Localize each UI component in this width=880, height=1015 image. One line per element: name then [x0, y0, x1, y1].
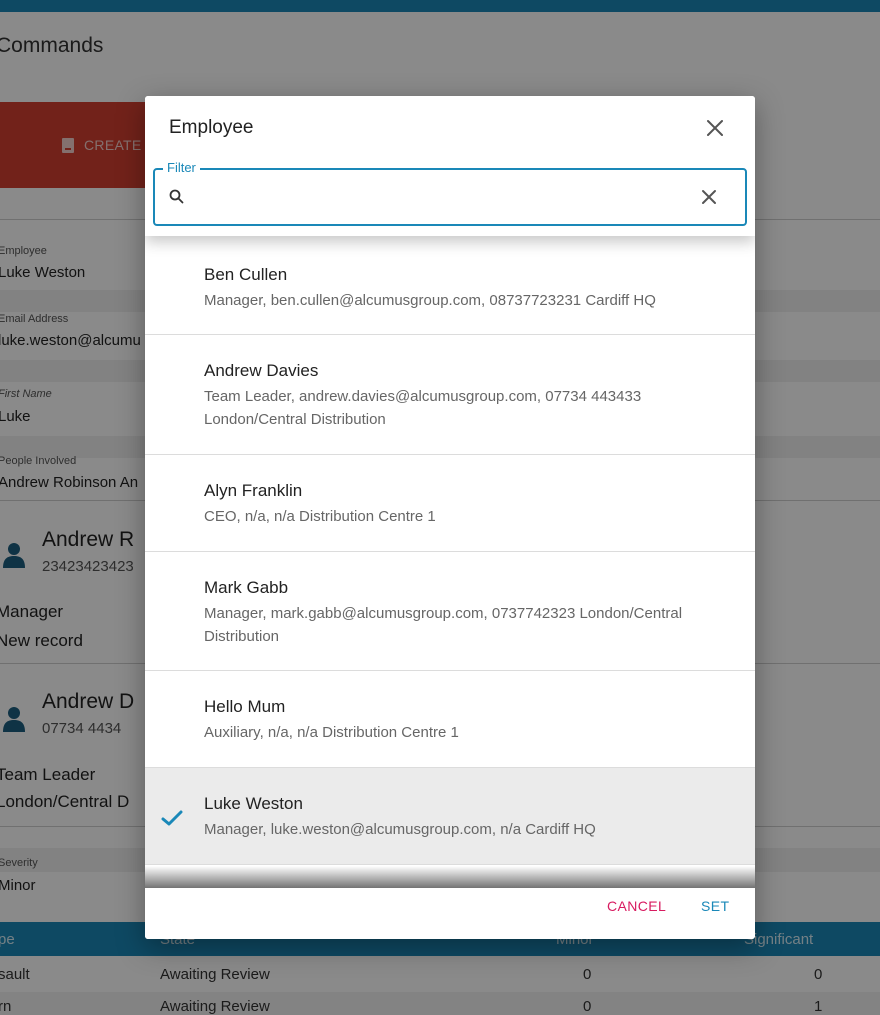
- employee-details: Auxiliary, n/a, n/a Distribution Centre …: [204, 724, 459, 741]
- cancel-button[interactable]: CANCEL: [607, 898, 666, 914]
- employee-name: Luke Weston: [204, 794, 303, 813]
- set-button[interactable]: SET: [701, 898, 729, 914]
- employee-name: Alyn Franklin: [204, 481, 303, 500]
- scroll-shadow: [145, 866, 755, 888]
- list-item[interactable]: Mark Gabb Manager, mark.gabb@alcumusgrou…: [145, 552, 755, 671]
- filter-label: Filter: [163, 160, 200, 175]
- employee-details: Manager, luke.weston@alcumusgroup.com, n…: [204, 821, 596, 838]
- list-item[interactable]: Ben Cullen Manager, ben.cullen@alcumusgr…: [145, 236, 755, 335]
- dialog-title: Employee: [169, 117, 254, 138]
- employee-name: Ben Cullen: [204, 265, 288, 284]
- employee-name: Hello Mum: [204, 697, 286, 716]
- employee-details: Manager, ben.cullen@alcumusgroup.com, 08…: [204, 292, 656, 309]
- dialog-header: Employee Filter: [145, 96, 755, 236]
- employee-name: Mark Gabb: [204, 578, 289, 597]
- list-item-selected[interactable]: Luke Weston Manager, luke.weston@alcumus…: [145, 768, 755, 865]
- employee-list[interactable]: Ben Cullen Manager, ben.cullen@alcumusgr…: [145, 236, 755, 886]
- employee-picker-dialog: Employee Filter Ben Cullen Manager, ben.…: [145, 96, 755, 939]
- list-item[interactable]: Andrew Davies Team Leader, andrew.davies…: [145, 335, 755, 455]
- dialog-actions: CANCEL SET: [145, 888, 755, 939]
- filter-field: Filter: [153, 160, 747, 226]
- employee-details: CEO, n/a, n/a Distribution Centre 1: [204, 508, 436, 525]
- check-icon: [161, 810, 183, 826]
- list-item[interactable]: Alyn Franklin CEO, n/a, n/a Distribution…: [145, 455, 755, 552]
- employee-details: Manager, mark.gabb@alcumusgroup.com, 073…: [204, 605, 683, 645]
- search-icon: [169, 189, 184, 204]
- close-icon[interactable]: [703, 116, 727, 140]
- employee-name: Andrew Davies: [204, 361, 319, 380]
- list-item[interactable]: Hello Mum Auxiliary, n/a, n/a Distributi…: [145, 671, 755, 768]
- filter-input[interactable]: [197, 182, 687, 212]
- clear-icon[interactable]: [698, 186, 720, 208]
- employee-details: Team Leader, andrew.davies@alcumusgroup.…: [204, 388, 642, 428]
